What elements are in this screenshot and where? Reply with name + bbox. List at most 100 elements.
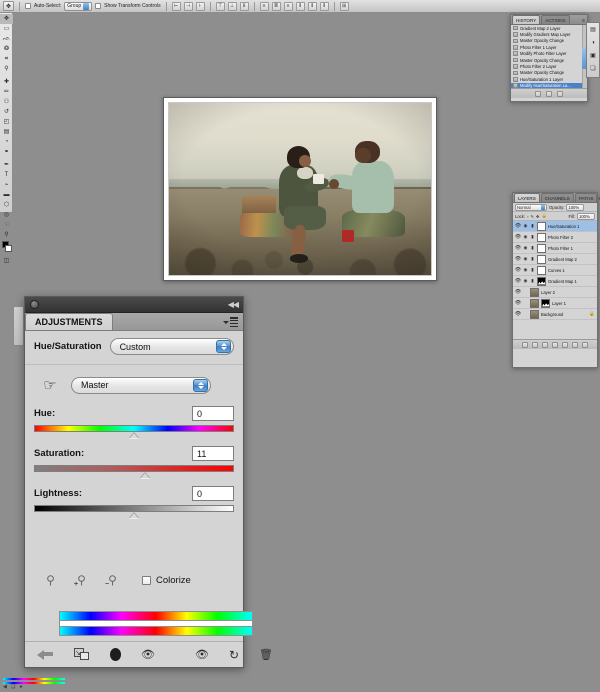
layer-name[interactable]: Background bbox=[541, 312, 563, 317]
lock-image-pixels-button[interactable]: ✎ bbox=[531, 214, 535, 219]
path-selection-tool[interactable]: ⌁ bbox=[0, 180, 13, 190]
collapsed-panel-dock[interactable] bbox=[13, 306, 24, 346]
pen-tool[interactable]: ✒ bbox=[0, 160, 13, 170]
layer-row[interactable]: 👁 Layer 2 bbox=[513, 287, 597, 298]
hue-value-field[interactable]: 0 bbox=[192, 406, 234, 421]
opacity-field[interactable]: 100% bbox=[566, 204, 584, 211]
layers-panel-icon[interactable]: ❏ bbox=[587, 62, 599, 75]
eye-icon[interactable]: 👁 bbox=[515, 289, 521, 295]
auto-align-layers-button[interactable]: ⊞ bbox=[340, 2, 349, 11]
dodge-tool[interactable]: ⚭ bbox=[0, 147, 13, 157]
clip-to-layer-icon[interactable]: ❏ bbox=[11, 684, 15, 690]
layer-row[interactable]: 👁 ◉ ▮ Gradient Map 1 bbox=[513, 276, 597, 287]
distribute-top-edges-button[interactable]: ≡ bbox=[260, 2, 269, 11]
eyedropper-sample-icon[interactable]: ⚲ bbox=[43, 572, 58, 588]
background-color-swatch[interactable] bbox=[5, 245, 12, 252]
type-tool[interactable]: T bbox=[0, 170, 13, 180]
history-item-selected[interactable]: Modify Hue/Saturation La... bbox=[511, 83, 587, 88]
saturation-slider-knob[interactable] bbox=[140, 472, 150, 478]
create-new-snapshot-icon[interactable] bbox=[546, 91, 552, 97]
lightness-value-field[interactable]: 0 bbox=[192, 486, 234, 501]
clone-stamp-tool[interactable]: ⚇ bbox=[0, 97, 13, 107]
color-panel-icon[interactable]: ▤ bbox=[587, 23, 599, 36]
align-left-edges-button[interactable]: ⊢ bbox=[172, 2, 181, 11]
colorize-control[interactable]: Colorize bbox=[142, 575, 191, 586]
align-horizontal-centers-button[interactable]: ⊣ bbox=[184, 2, 193, 11]
foreground-background-colors[interactable] bbox=[0, 240, 12, 256]
distribute-left-edges-button[interactable]: ⦀ bbox=[296, 2, 305, 11]
distribute-bottom-edges-button[interactable]: ≡ bbox=[284, 2, 293, 11]
delete-state-icon[interactable] bbox=[557, 91, 563, 97]
layer-mask-thumbnail[interactable] bbox=[537, 222, 546, 231]
panel-menu-icon[interactable] bbox=[223, 317, 238, 327]
link-icon[interactable]: ◉ bbox=[523, 223, 528, 229]
channel-dropdown[interactable]: Master bbox=[71, 377, 211, 394]
colorize-checkbox[interactable] bbox=[142, 576, 151, 585]
layer-name[interactable]: Layer 2 bbox=[541, 290, 555, 295]
lock-transparent-pixels-button[interactable]: ▫ bbox=[527, 214, 529, 219]
group-dropdown[interactable]: Group bbox=[64, 2, 92, 11]
layer-style-icon[interactable] bbox=[532, 342, 538, 348]
eye-icon[interactable]: 👁 bbox=[515, 256, 521, 262]
saturation-value-field[interactable]: 11 bbox=[192, 446, 234, 461]
mask-icon[interactable]: ● bbox=[19, 684, 22, 690]
return-to-adjustment-list-button[interactable] bbox=[37, 648, 54, 661]
view-previous-state-button[interactable]: 👁 bbox=[195, 648, 209, 661]
lock-all-button[interactable]: 🔒 bbox=[542, 213, 547, 219]
fill-field[interactable]: 100% bbox=[577, 213, 595, 220]
distribute-right-edges-button[interactable]: ⦀ bbox=[320, 2, 329, 11]
document-window[interactable] bbox=[163, 97, 437, 281]
new-group-icon[interactable] bbox=[562, 342, 568, 348]
toggle-layer-mask-button[interactable] bbox=[110, 648, 121, 661]
layer-name[interactable]: Photo Filter 2 bbox=[548, 235, 573, 240]
layer-mask-thumbnail[interactable] bbox=[537, 255, 546, 264]
marquee-tool[interactable]: ▭ bbox=[0, 24, 13, 34]
align-top-edges-button[interactable]: ⊤ bbox=[216, 2, 225, 11]
layer-row[interactable]: 👁 Background 🔒 bbox=[513, 309, 597, 320]
layer-thumbnail[interactable] bbox=[530, 299, 539, 308]
eye-icon[interactable]: 👁 bbox=[515, 311, 521, 317]
eye-icon[interactable]: 👁 bbox=[515, 278, 521, 284]
eye-icon[interactable]: 👁 bbox=[515, 245, 521, 251]
move-tool[interactable]: ✥ bbox=[0, 14, 13, 24]
layer-mask-thumbnail[interactable] bbox=[541, 299, 550, 308]
delete-adjustment-layer-button[interactable]: 🗑 bbox=[259, 648, 273, 661]
3d-rotate-tool[interactable]: ⬡ bbox=[0, 200, 13, 210]
collapse-to-icons-icon[interactable]: ◀◀ bbox=[228, 300, 238, 309]
auto-select-checkbox[interactable] bbox=[25, 3, 31, 9]
blend-mode-dropdown[interactable]: Normal bbox=[515, 204, 547, 211]
gradient-tool[interactable]: ▤ bbox=[0, 127, 13, 137]
layer-name[interactable]: Gradient Map 1 bbox=[548, 279, 577, 284]
hand-tool[interactable]: ☜ bbox=[0, 220, 13, 230]
layer-row[interactable]: 👁 Layer 1 bbox=[513, 298, 597, 309]
eye-icon[interactable]: 👁 bbox=[515, 223, 521, 229]
eye-icon[interactable]: 👁 bbox=[515, 300, 521, 306]
tab-layers[interactable]: LAYERS bbox=[514, 193, 540, 202]
toggle-layer-visibility-button[interactable]: 👁 bbox=[141, 648, 155, 661]
layer-row[interactable]: 👁 ◉ ▮ Curves 1 bbox=[513, 265, 597, 276]
tab-paths[interactable]: PATHS bbox=[575, 193, 598, 202]
rectangle-tool[interactable]: ▬ bbox=[0, 190, 13, 200]
history-brush-tool[interactable]: ↺ bbox=[0, 107, 13, 117]
brush-tool[interactable]: ✏ bbox=[0, 87, 13, 97]
adjustments-panel-icon[interactable]: ◑ bbox=[587, 36, 599, 49]
eraser-tool[interactable]: ◰ bbox=[0, 117, 13, 127]
distribute-horizontal-centers-button[interactable]: ⦀ bbox=[308, 2, 317, 11]
zoom-tool[interactable]: ⚲ bbox=[0, 230, 13, 240]
show-transform-checkbox[interactable] bbox=[95, 3, 101, 9]
lock-position-button[interactable]: ✥ bbox=[536, 214, 540, 219]
new-layer-icon[interactable] bbox=[572, 342, 578, 348]
layer-row[interactable]: 👁 ◉ ▮ Photo Filter 1 bbox=[513, 243, 597, 254]
new-adjustment-layer-icon[interactable] bbox=[552, 342, 558, 348]
slider-knob[interactable] bbox=[37, 81, 41, 84]
link-icon[interactable]: ◉ bbox=[523, 256, 528, 262]
delete-layer-icon[interactable] bbox=[582, 342, 588, 348]
eye-icon[interactable]: 👁 bbox=[515, 267, 521, 273]
history-list[interactable]: Gradient Map 2 Layer Modify Gradient Map… bbox=[511, 25, 587, 88]
link-icon[interactable]: ◉ bbox=[523, 234, 528, 240]
3d-orbit-tool[interactable]: ◎ bbox=[0, 210, 13, 220]
link-layers-icon[interactable] bbox=[522, 342, 528, 348]
preset-dropdown[interactable]: Custom bbox=[110, 338, 234, 355]
distribute-vertical-centers-button[interactable]: ≣ bbox=[272, 2, 281, 11]
create-document-from-state-icon[interactable] bbox=[535, 91, 541, 97]
